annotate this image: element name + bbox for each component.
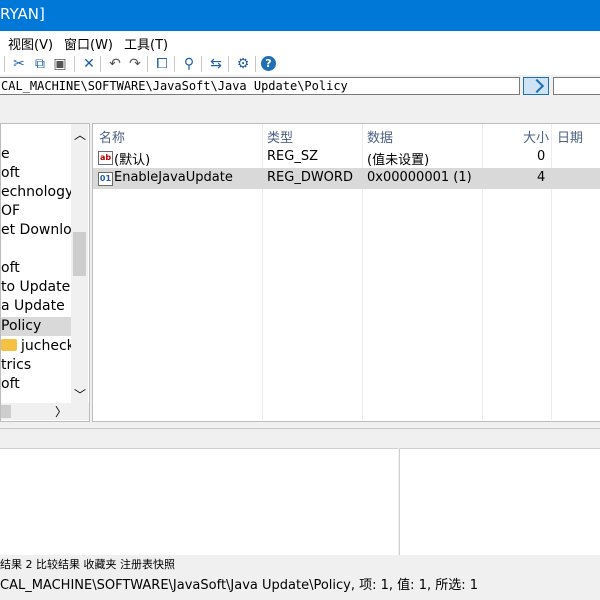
search-input[interactable] bbox=[553, 77, 600, 95]
scroll-thumb[interactable] bbox=[73, 232, 86, 276]
tree-item[interactable]: e bbox=[1, 145, 10, 164]
toolbar: ✂ ⧉ ▣ ✕ ↶ ↷ ⧠ ⚲ ⇆ ⚙ ? bbox=[0, 53, 600, 76]
folder-icon bbox=[1, 339, 17, 351]
tree-item[interactable]: OF bbox=[1, 202, 20, 221]
string-value-icon: ab bbox=[98, 151, 113, 165]
status-bar: CAL_MACHINE\SOFTWARE\JavaSoft\Java Updat… bbox=[0, 578, 479, 593]
tree-item[interactable]: a Update bbox=[1, 297, 65, 316]
toolbar-separator bbox=[201, 56, 202, 72]
values-list[interactable]: 名称 类型 数据 大小 日期 ab (默认) REG_SZ (值未设置) 0 0… bbox=[92, 123, 600, 422]
redo-icon[interactable]: ↷ bbox=[126, 55, 144, 73]
value-type: REG_SZ bbox=[267, 149, 318, 164]
find-icon[interactable]: ⚲ bbox=[180, 55, 198, 73]
details-pane[interactable] bbox=[399, 448, 600, 555]
copy-icon[interactable]: ⧉ bbox=[31, 55, 49, 73]
value-name: EnableJavaUpdate bbox=[114, 170, 233, 185]
scroll-down-icon[interactable]: ﹀ bbox=[74, 386, 86, 403]
copy-path-icon[interactable]: ⧠ bbox=[153, 55, 171, 73]
tree-item[interactable]: to Update bbox=[1, 278, 70, 297]
value-data: 0x00000001 (1) bbox=[367, 170, 472, 185]
value-size: 0 bbox=[537, 149, 546, 164]
results-pane[interactable] bbox=[0, 448, 398, 555]
tree-vertical-scrollbar[interactable]: ︿ ﹀ bbox=[71, 124, 88, 404]
delete-icon[interactable]: ✕ bbox=[80, 55, 98, 73]
toolbar-separator bbox=[100, 56, 101, 72]
go-arrow-icon[interactable] bbox=[523, 77, 549, 95]
binary-value-icon: 01 bbox=[98, 172, 113, 186]
tree-item[interactable]: oft bbox=[1, 259, 20, 278]
tree-item-label: jucheck bbox=[21, 338, 75, 354]
undo-icon[interactable]: ↶ bbox=[106, 55, 124, 73]
tree-item[interactable]: echnology bbox=[1, 183, 73, 202]
tree-item-selected[interactable]: Policy bbox=[1, 317, 71, 336]
column-header-name[interactable]: 名称 bbox=[99, 127, 125, 146]
menu-bar: 视图(V) 窗口(W) 工具(T) bbox=[0, 31, 600, 53]
menu-window[interactable]: 窗口(W) bbox=[64, 34, 113, 53]
tree-item-jucheck[interactable]: jucheck bbox=[1, 337, 75, 356]
column-header-data[interactable]: 数据 bbox=[367, 127, 393, 146]
jump-icon[interactable]: ⇆ bbox=[207, 55, 225, 73]
address-bar: CAL_MACHINE\SOFTWARE\JavaSoft\Java Updat… bbox=[0, 75, 600, 97]
cut-icon[interactable]: ✂ bbox=[10, 55, 28, 73]
scroll-thumb[interactable] bbox=[1, 405, 11, 418]
scroll-right-icon[interactable]: 〉 bbox=[55, 403, 67, 420]
paste-icon[interactable]: ▣ bbox=[51, 55, 69, 73]
help-icon[interactable]: ? bbox=[261, 56, 276, 71]
value-name: (默认) bbox=[114, 153, 151, 168]
toolbar-separator bbox=[174, 56, 175, 72]
toolbar-separator bbox=[147, 56, 148, 72]
table-row[interactable]: ab (默认) REG_SZ (值未设置) 0 bbox=[93, 147, 600, 168]
column-header-size[interactable]: 大小 bbox=[523, 127, 549, 146]
table-row-selected[interactable]: 01 EnableJavaUpdate REG_DWORD 0x00000001… bbox=[93, 168, 600, 189]
settings-icon[interactable]: ⚙ bbox=[234, 55, 252, 73]
bottom-tabs[interactable]: 结果 2 比较结果 收藏夹 注册表快照 bbox=[0, 556, 600, 572]
tree-item[interactable]: oft bbox=[1, 375, 20, 394]
toolbar-separator bbox=[228, 56, 229, 72]
address-input[interactable]: CAL_MACHINE\SOFTWARE\JavaSoft\Java Updat… bbox=[0, 77, 520, 95]
window-title: RYAN] bbox=[0, 5, 45, 23]
tree-item[interactable]: trics bbox=[1, 356, 31, 375]
scroll-up-icon[interactable]: ︿ bbox=[74, 126, 86, 143]
tree-item[interactable]: et Downloa bbox=[1, 221, 80, 240]
value-size: 4 bbox=[537, 170, 546, 185]
column-header-type[interactable]: 类型 bbox=[267, 127, 293, 146]
toolbar-separator bbox=[4, 56, 5, 72]
toolbar-separator bbox=[74, 56, 75, 72]
registry-tree[interactable]: e oft echnology OF et Downloa oft to Upd… bbox=[0, 123, 90, 422]
menu-tools[interactable]: 工具(T) bbox=[124, 34, 168, 53]
pane-splitter[interactable] bbox=[0, 428, 600, 429]
value-type: REG_DWORD bbox=[267, 170, 353, 185]
tree-horizontal-scrollbar[interactable]: 〉 bbox=[1, 403, 89, 420]
value-data: (值未设置) bbox=[367, 153, 430, 168]
column-header-date[interactable]: 日期 bbox=[557, 127, 583, 146]
menu-view[interactable]: 视图(V) bbox=[8, 34, 53, 53]
tree-item[interactable]: oft bbox=[1, 164, 20, 183]
title-bar: RYAN] bbox=[0, 0, 600, 31]
toolbar-separator bbox=[255, 56, 256, 72]
